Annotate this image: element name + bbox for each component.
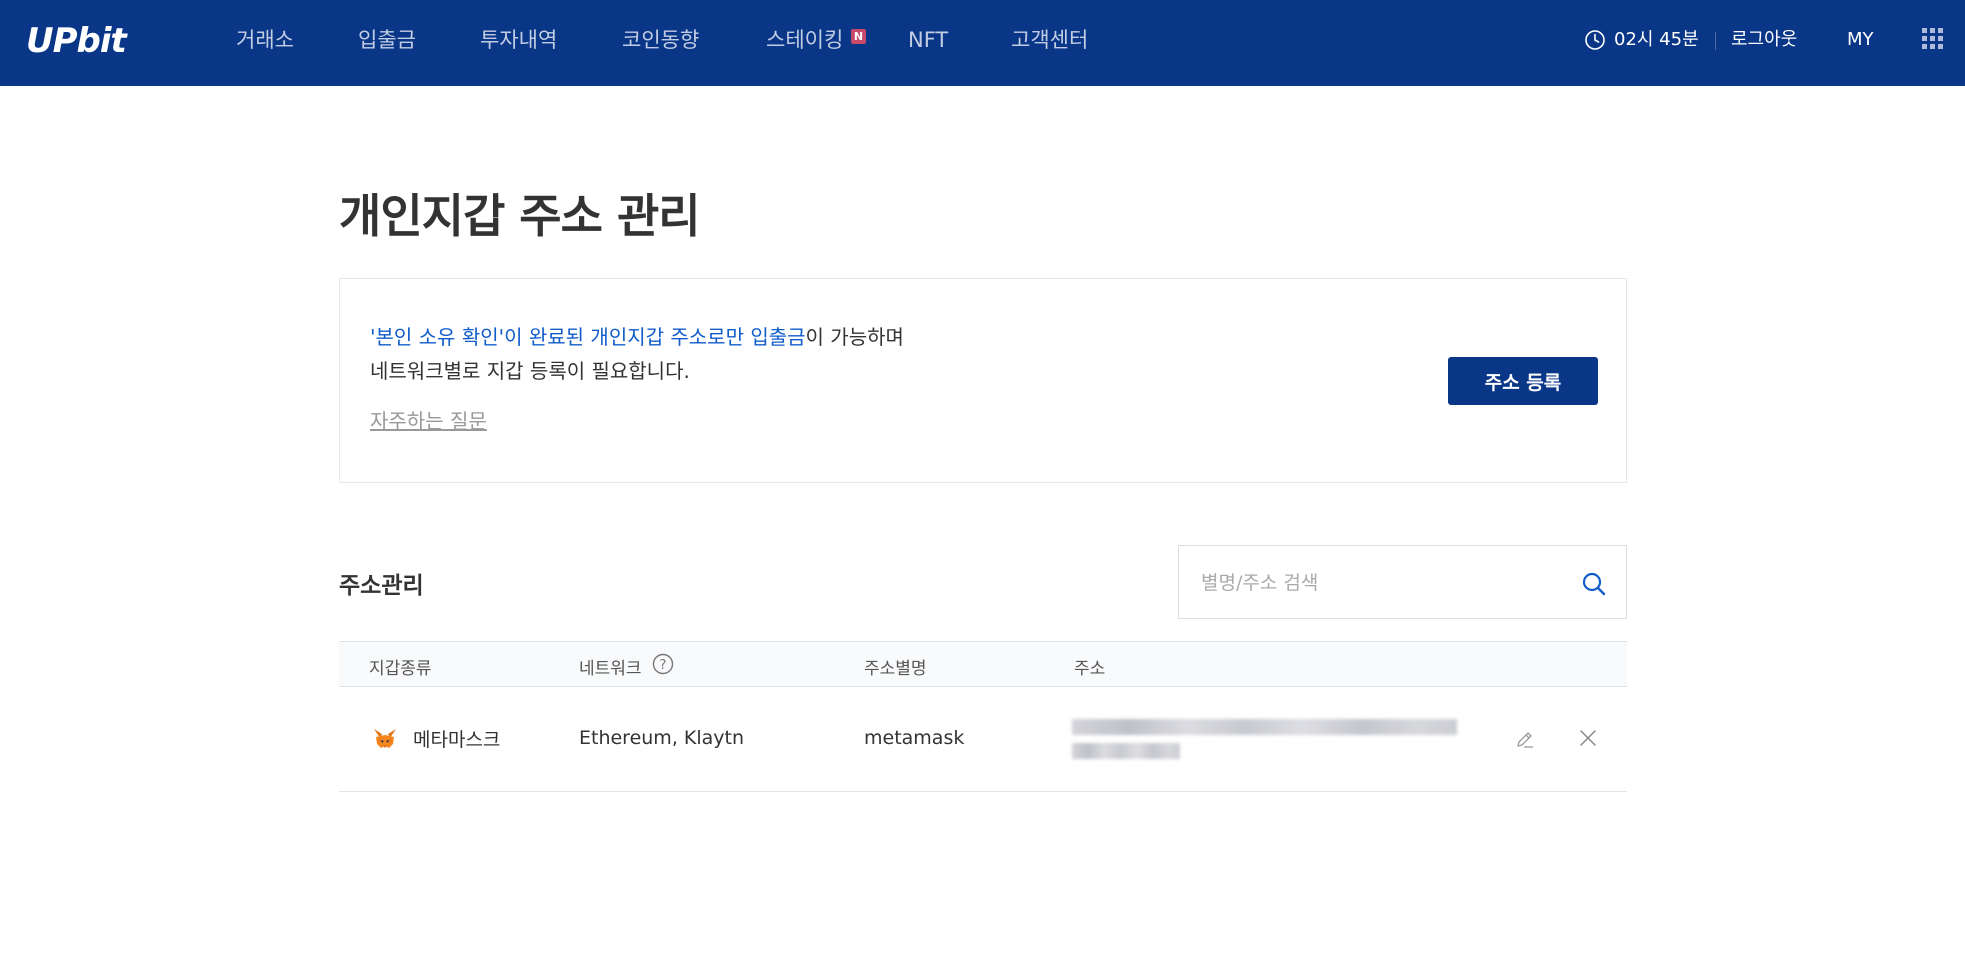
notice-box: '본인 소유 확인'이 완료된 개인지갑 주소로만 입출금이 가능하며 네트워크… xyxy=(339,278,1627,483)
edit-icon[interactable] xyxy=(1514,728,1536,750)
redacted-address xyxy=(1072,717,1462,763)
network-cell: Ethereum, Klaytn xyxy=(579,727,745,749)
column-header-network: 네트워크 xyxy=(579,659,642,679)
my-page-link[interactable]: MY xyxy=(1847,26,1874,54)
new-badge: N xyxy=(851,29,866,44)
notice-line-2: 네트워크별로 지갑 등록이 필요합니다. xyxy=(370,359,690,383)
table-header: 지갑종류 네트워크 ? 주소별명 주소 xyxy=(339,641,1627,687)
nav-item-coin-trends[interactable]: 코인동향 xyxy=(622,26,699,54)
register-address-button[interactable]: 주소 등록 xyxy=(1448,357,1598,405)
logout-link[interactable]: 로그아웃 xyxy=(1731,26,1797,54)
alias-cell: metamask xyxy=(864,727,965,749)
column-header-wallet-type: 지갑종류 xyxy=(369,659,432,679)
page-title: 개인지갑 주소 관리 xyxy=(339,189,701,243)
top-header: UPbit 거래소 입출금 투자내역 코인동향 스테이킹 N NFT 고객센터 … xyxy=(0,0,1965,86)
svg-text:?: ? xyxy=(660,658,667,673)
notice-highlight: '본인 소유 확인'이 완료된 개인지갑 주소로만 입출금 xyxy=(370,325,806,349)
clock-icon xyxy=(1585,30,1605,50)
nav-item-deposit-withdraw[interactable]: 입출금 xyxy=(358,26,416,54)
session-time: 02시 45분 xyxy=(1614,29,1699,50)
nav-item-exchange[interactable]: 거래소 xyxy=(236,26,294,54)
search-input[interactable] xyxy=(1199,564,1563,602)
nav-item-support[interactable]: 고객센터 xyxy=(1011,26,1088,54)
svg-text:UPbit: UPbit xyxy=(26,21,129,61)
grid-menu-icon[interactable] xyxy=(1922,28,1944,50)
notice-line-1-rest: 이 가능하며 xyxy=(805,325,904,349)
nav-item-nft[interactable]: NFT xyxy=(908,26,948,54)
header-divider xyxy=(1715,32,1716,50)
faq-link[interactable]: 자주하는 질문 xyxy=(370,405,487,434)
metamask-fox-icon xyxy=(374,729,396,748)
search-icon[interactable] xyxy=(1581,571,1607,597)
column-header-address: 주소 xyxy=(1074,659,1106,679)
table-row: 메타마스크 Ethereum, Klaytn metamask xyxy=(339,687,1627,792)
search-box xyxy=(1178,545,1627,619)
wallet-type-cell: 메타마스크 xyxy=(413,729,501,751)
column-header-alias: 주소별명 xyxy=(864,659,927,679)
nav-item-investments[interactable]: 투자내역 xyxy=(480,26,557,54)
upbit-logo[interactable]: UPbit xyxy=(26,18,146,62)
help-icon[interactable]: ? xyxy=(652,653,674,675)
nav-item-staking[interactable]: 스테이킹 xyxy=(766,26,843,54)
close-icon[interactable] xyxy=(1579,729,1597,747)
section-title: 주소관리 xyxy=(339,573,424,599)
notice-line-1: '본인 소유 확인'이 완료된 개인지갑 주소로만 입출금이 가능하며 xyxy=(370,323,904,351)
